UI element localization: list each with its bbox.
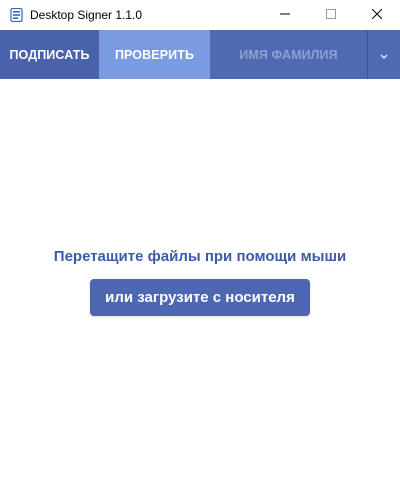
close-button[interactable] bbox=[354, 0, 400, 30]
tab-user-name[interactable]: ИМЯ ФАМИЛИЯ bbox=[210, 30, 367, 79]
document-signer-icon bbox=[9, 8, 23, 22]
maximize-button[interactable] bbox=[308, 0, 354, 30]
tab-bar: ПОДПИСАТЬ ПРОВЕРИТЬ ИМЯ ФАМИЛИЯ bbox=[0, 30, 400, 79]
window-controls bbox=[262, 0, 400, 30]
tab-sign[interactable]: ПОДПИСАТЬ bbox=[0, 30, 99, 79]
close-icon bbox=[371, 6, 383, 24]
tab-menu-button[interactable] bbox=[368, 30, 400, 79]
minimize-button[interactable] bbox=[262, 0, 308, 30]
minimize-icon bbox=[280, 6, 290, 24]
upload-from-device-button[interactable]: или загрузите с носителя bbox=[90, 279, 310, 316]
app-window: Desktop Signer 1.1.0 ПОДПИСАТЬ ПРОВЕРИТЬ… bbox=[0, 0, 400, 479]
drop-zone[interactable]: Перетащите файлы при помощи мыши или заг… bbox=[0, 79, 400, 479]
maximize-icon bbox=[326, 6, 336, 24]
title-bar: Desktop Signer 1.1.0 bbox=[0, 0, 400, 30]
drop-instructions: Перетащите файлы при помощи мыши bbox=[53, 248, 347, 265]
tab-verify[interactable]: ПРОВЕРИТЬ bbox=[99, 30, 210, 79]
chevron-down-icon bbox=[380, 46, 388, 64]
window-title: Desktop Signer 1.1.0 bbox=[30, 8, 143, 22]
